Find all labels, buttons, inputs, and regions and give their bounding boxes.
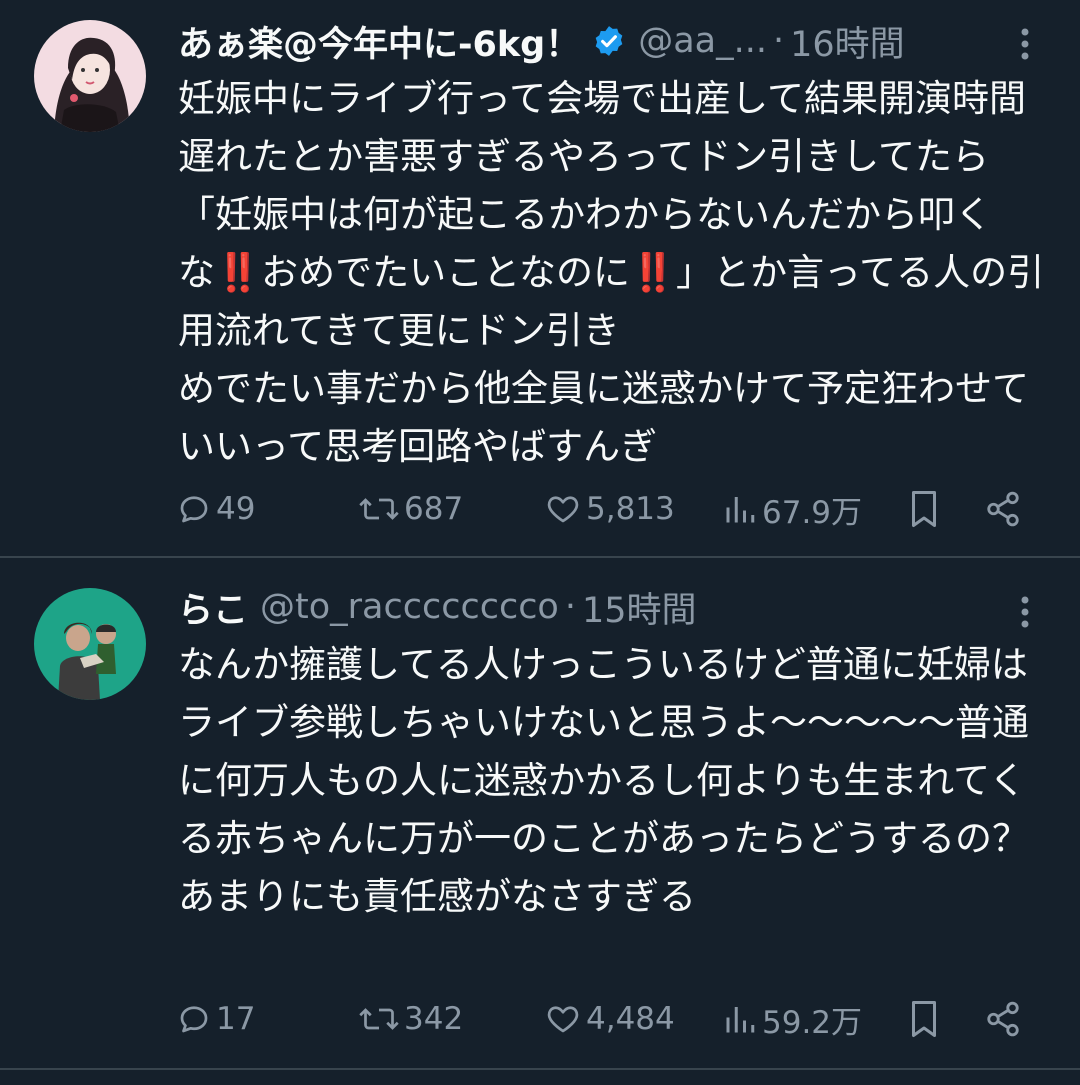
action-bar: 17 342 4,484 59.2万 [176, 994, 1046, 1044]
heart-icon [547, 1006, 579, 1033]
avatar-illustration-icon [34, 20, 146, 132]
like-button[interactable]: 5,813 [544, 484, 675, 534]
action-bar: 49 687 5,813 67.9万 [176, 484, 1046, 534]
heart-icon [547, 496, 579, 523]
like-count: 5,813 [586, 491, 675, 527]
tweet-text: なんか擁護してる人けっこういるけど普通に妊婦はライブ参戦しちゃいけないと思うよ〜… [178, 643, 1029, 918]
retweet-count: 687 [404, 491, 464, 527]
share-icon [987, 491, 1019, 527]
views-button[interactable]: 67.9万 [722, 484, 862, 534]
share-button[interactable] [984, 994, 1022, 1044]
display-name[interactable]: らこ [178, 582, 248, 632]
views-button[interactable]: 59.2万 [722, 994, 862, 1044]
views-chart-icon [726, 1007, 755, 1033]
bookmark-icon [912, 491, 936, 527]
views-chart-icon [726, 497, 755, 523]
views-count: 59.2万 [762, 1004, 863, 1041]
handle[interactable]: @aa_... [638, 21, 767, 61]
tweet[interactable]: らこ @to_racccccccco · 15時間 なんか擁護してる人けっこうい… [0, 558, 1080, 1068]
tweet-divider [0, 1068, 1080, 1070]
retweet-icon [359, 1008, 399, 1030]
reply-button[interactable]: 17 [176, 994, 255, 1044]
views-count: 67.9万 [762, 494, 863, 531]
retweet-icon [359, 498, 399, 520]
avatar-photo-icon [34, 588, 146, 700]
reply-button[interactable]: 49 [176, 484, 255, 534]
bookmark-button[interactable] [906, 994, 942, 1044]
avatar[interactable] [34, 20, 146, 132]
more-options-icon[interactable] [1010, 592, 1040, 632]
reply-icon [180, 496, 208, 523]
verified-badge-icon [592, 24, 626, 58]
tweet-header: らこ @to_racccccccco · 15時間 [178, 582, 1000, 632]
like-button[interactable]: 4,484 [544, 994, 675, 1044]
display-name[interactable]: あぁ楽@今年中に-6kg！ [178, 16, 580, 66]
tweet-header: あぁ楽@今年中に-6kg！ @aa_... · 16時間 [178, 16, 1000, 66]
reply-count: 49 [216, 491, 256, 527]
reply-count: 17 [216, 1001, 256, 1037]
tweet-text: 妊娠中にライブ行って会場で出産して結果開演時間遅れたとか害悪すぎるやろってドン引… [178, 77, 1045, 468]
reply-icon [180, 1006, 208, 1033]
bookmark-button[interactable] [906, 484, 942, 534]
retweet-button[interactable]: 342 [358, 994, 463, 1044]
handle[interactable]: @to_racccccccco [260, 587, 559, 627]
like-count: 4,484 [586, 1001, 675, 1037]
timestamp[interactable]: 16時間 [790, 16, 905, 66]
tweet[interactable]: あぁ楽@今年中に-6kg！ @aa_... · 16時間 妊娠中にライブ行って会… [0, 0, 1080, 556]
bookmark-icon [912, 1001, 936, 1037]
separator-dot: · [564, 587, 576, 627]
share-icon [987, 1001, 1019, 1037]
separator-dot: · [773, 21, 785, 61]
avatar[interactable] [34, 588, 146, 700]
timestamp[interactable]: 15時間 [582, 582, 697, 632]
retweet-count: 342 [404, 1001, 464, 1037]
share-button[interactable] [984, 484, 1022, 534]
retweet-button[interactable]: 687 [358, 484, 463, 534]
more-options-icon[interactable] [1010, 24, 1040, 64]
